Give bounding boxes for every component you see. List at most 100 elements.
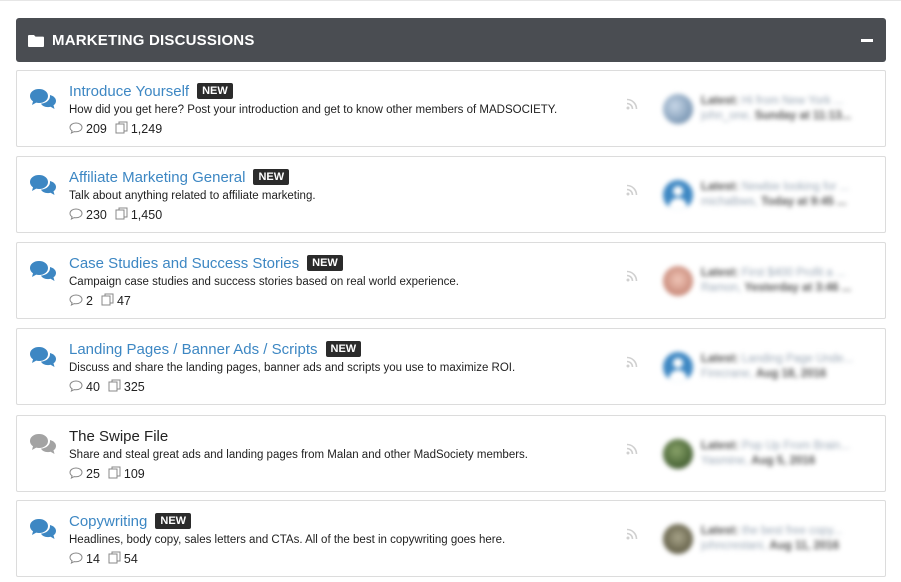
latest-user-link[interactable]: Ramon, <box>701 282 741 294</box>
forum-row[interactable]: Copywriting NEW Headlines, body copy, sa… <box>16 500 886 577</box>
latest-time: Aug 11, 2016 <box>769 539 840 552</box>
messages-count: 1,249 <box>130 122 163 136</box>
avatar[interactable] <box>663 351 693 382</box>
comment-icon <box>69 207 86 223</box>
threads-stat: 25 <box>69 466 100 482</box>
top-divider <box>0 0 901 1</box>
forum-title-link[interactable]: Affiliate Marketing General <box>69 169 245 186</box>
copy-icon <box>101 293 117 309</box>
latest-user-link[interactable]: Yasmine, <box>701 455 748 467</box>
forum-row[interactable]: Landing Pages / Banner Ads / Scripts NEW… <box>16 328 886 405</box>
copy-icon <box>108 466 124 482</box>
forum-row[interactable]: The Swipe File Share and steal great ads… <box>16 415 886 492</box>
threads-stat: 230 <box>69 207 107 223</box>
threads-stat: 14 <box>69 551 100 567</box>
forum-title-link[interactable]: Landing Pages / Banner Ads / Scripts <box>69 341 318 358</box>
avatar[interactable] <box>663 93 693 124</box>
forum-stats: 230 1,450 <box>69 207 645 223</box>
rss-icon[interactable] <box>626 97 638 110</box>
latest-post[interactable]: Latest: Hi from New York ... john_one, S… <box>657 71 885 146</box>
forum-title-link[interactable]: Case Studies and Success Stories <box>69 255 299 272</box>
messages-count: 325 <box>123 380 145 394</box>
comment-icon <box>69 551 86 567</box>
latest-time: Aug 5, 2016 <box>751 454 816 467</box>
latest-thread-link[interactable]: Pop Up From Brain... <box>742 440 850 452</box>
threads-count: 25 <box>86 467 100 481</box>
forum-title-link[interactable]: The Swipe File <box>69 428 168 445</box>
latest-post[interactable]: Latest: Landing Page Unde... Firecrane, … <box>657 329 885 404</box>
forum-row[interactable]: Case Studies and Success Stories NEW Cam… <box>16 242 886 319</box>
new-badge: NEW <box>307 255 343 271</box>
latest-user-link[interactable]: michalbws, <box>701 196 758 208</box>
latest-time: Sunday at 11:13... <box>754 109 852 122</box>
copy-icon <box>108 379 124 395</box>
messages-count: 54 <box>123 552 138 566</box>
threads-stat: 209 <box>69 121 107 137</box>
latest-thread-link[interactable]: First $400 Profit a ... <box>742 267 846 279</box>
chat-bubble-icon <box>29 517 57 541</box>
section-header: MARKETING DISCUSSIONS <box>16 18 886 62</box>
latest-post[interactable]: Latest: First $400 Profit a ... Ramon, Y… <box>657 243 885 318</box>
latest-post[interactable]: Latest: Newbie looking for ... michalbws… <box>657 157 885 232</box>
chat-bubble-icon <box>29 432 57 456</box>
forum-info: Introduce Yourself NEW How did you get h… <box>69 80 645 137</box>
chat-bubble-icon <box>29 259 57 283</box>
latest-user-link[interactable]: Firecrane, <box>701 368 753 380</box>
rss-icon[interactable] <box>626 269 638 282</box>
latest-time: Yesterday at 3:46 ... <box>744 281 852 294</box>
forum-title-link[interactable]: Copywriting <box>69 513 147 530</box>
latest-thread-link[interactable]: Hi from New York ... <box>742 95 844 107</box>
latest-label: Latest: <box>701 524 739 537</box>
latest-post[interactable]: Latest: the best free copy... johncresta… <box>657 501 885 576</box>
forum-row[interactable]: Affiliate Marketing General NEW Talk abo… <box>16 156 886 233</box>
avatar[interactable] <box>663 523 693 554</box>
latest-user-link[interactable]: john_one, <box>701 110 752 122</box>
forum-info: Landing Pages / Banner Ads / Scripts NEW… <box>69 338 645 395</box>
latest-label: Latest: <box>701 180 739 193</box>
rss-icon[interactable] <box>626 183 638 196</box>
forum-row[interactable]: Introduce Yourself NEW How did you get h… <box>16 70 886 147</box>
avatar[interactable] <box>663 179 693 210</box>
messages-count: 1,450 <box>130 208 163 222</box>
collapse-minus-icon[interactable] <box>860 33 874 47</box>
new-badge: NEW <box>197 83 233 99</box>
messages-count: 47 <box>116 294 131 308</box>
forum-info: Copywriting NEW Headlines, body copy, sa… <box>69 510 645 567</box>
new-badge: NEW <box>155 513 192 529</box>
forum-description: Campaign case studies and success storie… <box>69 276 459 288</box>
section-title: MARKETING DISCUSSIONS <box>52 31 255 49</box>
messages-count: 109 <box>123 467 145 481</box>
chat-bubble-icon <box>29 345 57 369</box>
rss-icon[interactable] <box>626 527 638 540</box>
copy-icon <box>108 551 124 567</box>
forum-description: Share and steal great ads and landing pa… <box>69 449 528 461</box>
rss-icon[interactable] <box>626 355 638 368</box>
avatar[interactable] <box>663 265 693 296</box>
comment-icon <box>69 121 86 137</box>
latest-label: Latest: <box>701 352 739 365</box>
forum-stats: 14 54 <box>69 551 645 567</box>
messages-stat: 54 <box>108 551 138 567</box>
messages-stat: 109 <box>108 466 145 482</box>
forum-info: Affiliate Marketing General NEW Talk abo… <box>69 166 645 223</box>
forum-description: How did you get here? Post your introduc… <box>69 104 558 116</box>
threads-count: 40 <box>86 380 100 394</box>
forum-stats: 2 47 <box>69 293 645 309</box>
avatar[interactable] <box>663 438 693 469</box>
rss-icon[interactable] <box>626 442 638 455</box>
latest-thread-link[interactable]: the best free copy... <box>742 525 842 537</box>
latest-user-link[interactable]: johncrestani, <box>701 540 766 552</box>
latest-thread-link[interactable]: Newbie looking for ... <box>742 181 849 193</box>
latest-thread-link[interactable]: Landing Page Unde... <box>742 353 853 365</box>
latest-post[interactable]: Latest: Pop Up From Brain... Yasmine, Au… <box>657 416 885 491</box>
forum-description: Headlines, body copy, sales letters and … <box>69 534 506 546</box>
forum-description: Talk about anything related to affiliate… <box>69 190 316 202</box>
messages-stat: 47 <box>101 293 131 309</box>
messages-stat: 325 <box>108 379 145 395</box>
threads-count: 230 <box>86 208 107 222</box>
forum-title-link[interactable]: Introduce Yourself <box>69 83 189 100</box>
threads-stat: 40 <box>69 379 100 395</box>
latest-label: Latest: <box>701 266 739 279</box>
forum-stats: 25 109 <box>69 466 645 482</box>
comment-icon <box>69 466 86 482</box>
